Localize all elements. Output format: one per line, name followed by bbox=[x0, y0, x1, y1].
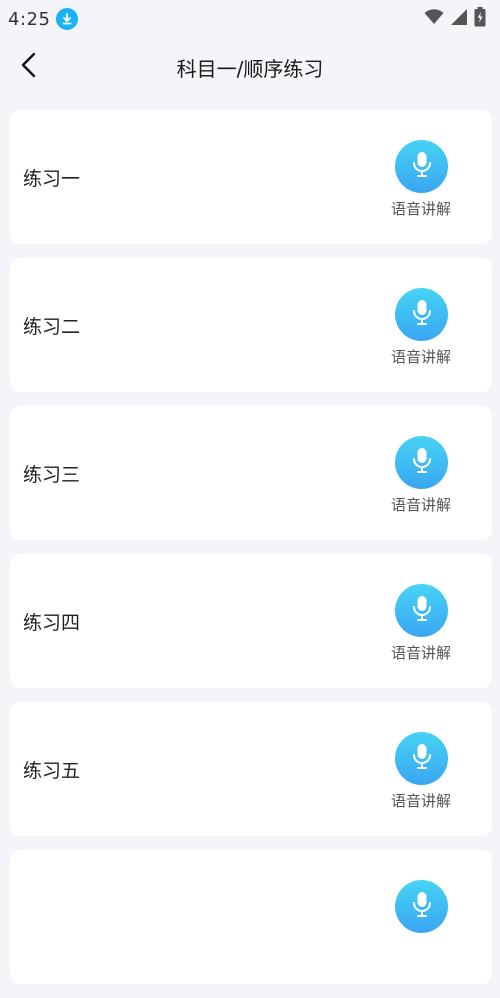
voice-explain-label: 语音讲解 bbox=[390, 792, 451, 810]
microphone-icon bbox=[411, 151, 433, 183]
practice-card[interactable]: 练习一 语音讲解 bbox=[10, 110, 492, 244]
practice-label: 练习一 bbox=[23, 167, 81, 190]
voice-explain-button[interactable] bbox=[395, 880, 448, 933]
status-time: 4:25 bbox=[8, 8, 51, 30]
voice-explain-label: 语音讲解 bbox=[390, 496, 451, 514]
page-title: 科目一/顺序练习 bbox=[176, 56, 324, 81]
voice-explain-button[interactable] bbox=[395, 732, 448, 785]
practice-label: 练习五 bbox=[23, 759, 81, 782]
microphone-icon bbox=[411, 595, 433, 627]
back-button[interactable] bbox=[12, 50, 46, 84]
microphone-icon bbox=[411, 447, 433, 479]
wifi-icon bbox=[424, 9, 444, 29]
voice-explain-label: 语音讲解 bbox=[390, 348, 451, 366]
practice-label: 练习三 bbox=[23, 463, 81, 486]
practice-card-partial[interactable] bbox=[10, 850, 492, 984]
microphone-icon bbox=[411, 299, 433, 331]
microphone-icon bbox=[411, 891, 433, 923]
practice-card[interactable]: 练习三 语音讲解 bbox=[10, 406, 492, 540]
microphone-icon bbox=[411, 743, 433, 775]
practice-card[interactable]: 练习二 语音讲解 bbox=[10, 258, 492, 392]
voice-explain-label: 语音讲解 bbox=[390, 644, 451, 662]
signal-icon bbox=[450, 9, 468, 29]
practice-card[interactable]: 练习五 语音讲解 bbox=[10, 702, 492, 836]
practice-label: 练习二 bbox=[23, 315, 81, 338]
status-bar: 4:25 bbox=[0, 0, 500, 38]
status-icons bbox=[424, 7, 486, 31]
practice-list: 练习一 语音讲解 练习二 语音讲解 练习三 语音讲解 练习四 语音讲解 练习五 … bbox=[10, 110, 492, 998]
practice-card[interactable]: 练习四 语音讲解 bbox=[10, 554, 492, 688]
back-arrow-icon bbox=[20, 52, 38, 82]
download-icon bbox=[56, 8, 79, 30]
voice-explain-button[interactable] bbox=[395, 436, 448, 489]
voice-explain-button[interactable] bbox=[395, 584, 448, 637]
voice-explain-button[interactable] bbox=[395, 140, 448, 193]
voice-explain-label: 语音讲解 bbox=[390, 200, 451, 218]
header: 科目一/顺序练习 bbox=[0, 38, 500, 96]
practice-label: 练习四 bbox=[23, 611, 81, 634]
voice-explain-button[interactable] bbox=[395, 288, 448, 341]
battery-icon bbox=[474, 7, 486, 31]
